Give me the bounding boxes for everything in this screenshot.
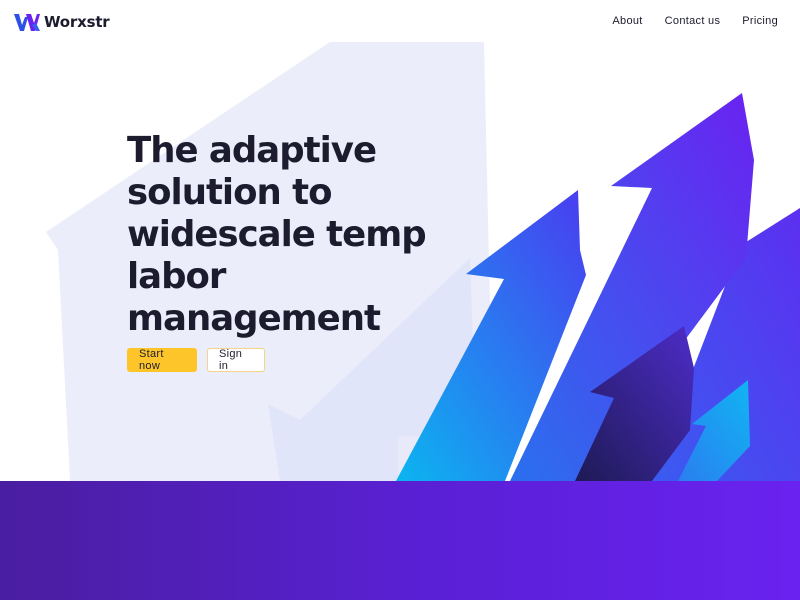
site-header: Worxstr About Contact us Pricing — [0, 0, 800, 44]
sign-in-button[interactable]: Sign in — [207, 348, 265, 372]
wx-logo-icon — [14, 11, 40, 33]
main-nav: About Contact us Pricing — [612, 15, 778, 27]
footer-band — [0, 481, 800, 600]
brand-name: Worxstr — [44, 13, 110, 31]
nav-link-about[interactable]: About — [612, 15, 642, 27]
start-now-button[interactable]: Start now — [127, 348, 197, 372]
hero-headline: The adaptive solution to widescale temp … — [127, 130, 427, 339]
hero-cta-group: Start now Sign in — [127, 348, 265, 372]
hero-section: The adaptive solution to widescale temp … — [0, 0, 800, 481]
nav-link-contact[interactable]: Contact us — [665, 15, 721, 27]
brand-logo[interactable]: Worxstr — [14, 10, 110, 34]
nav-link-pricing[interactable]: Pricing — [742, 15, 778, 27]
